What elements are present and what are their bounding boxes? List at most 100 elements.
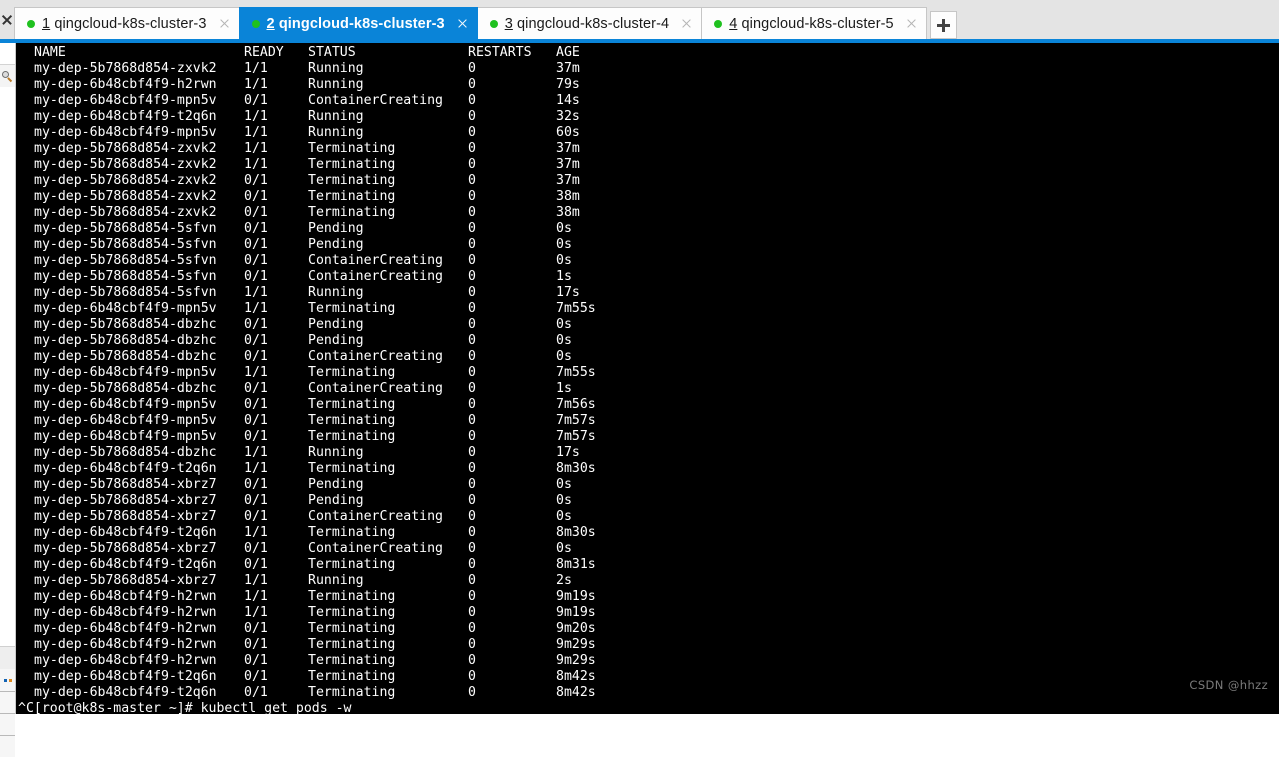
pod-status: ContainerCreating — [308, 541, 443, 556]
pod-ready: 1/1 — [244, 365, 268, 380]
tab-label: 1 qingcloud-k8s-cluster-3 — [42, 16, 207, 32]
pod-restarts: 0 — [468, 637, 476, 652]
sidebar-top-button[interactable] — [0, 43, 15, 65]
pod-status: Terminating — [308, 557, 396, 572]
tab-status-dot-icon — [27, 19, 35, 28]
pod-restarts: 0 — [468, 669, 476, 684]
shell-prompt-line[interactable]: ^C[root@k8s-master ~]# kubectl get pods … — [18, 701, 596, 714]
pod-restarts: 0 — [468, 541, 476, 556]
pod-name: my-dep-6b48cbf4f9-t2q6n — [34, 557, 217, 572]
pod-ready: 1/1 — [244, 61, 268, 76]
table-row: my-dep-5b7868d854-5sfvn 1/1 Running 0 17s — [18, 285, 596, 301]
pod-name: my-dep-6b48cbf4f9-t2q6n — [34, 525, 217, 540]
table-row: my-dep-5b7868d854-xbrz7 0/1 Pending 0 0s — [18, 493, 596, 509]
pod-name: my-dep-5b7868d854-xbrz7 — [34, 541, 217, 556]
pod-age: 0s — [556, 253, 572, 268]
pod-status: Terminating — [308, 525, 396, 540]
pod-age: 7m57s — [556, 429, 596, 444]
table-row: my-dep-6b48cbf4f9-mpn5v 0/1 Terminating 0 7m… — [18, 397, 596, 413]
tab-index: 2 — [266, 15, 275, 32]
pod-ready: 0/1 — [244, 621, 268, 636]
left-sidebar — [0, 43, 16, 757]
terminal-output[interactable]: NAME READY STATUS RESTARTS AGE my-dep-5b7868d… — [16, 43, 1279, 714]
pod-age: 0s — [556, 477, 572, 492]
table-row: my-dep-5b7868d854-xbrz7 0/1 ContainerCreat… — [18, 509, 596, 525]
pod-restarts: 0 — [468, 685, 476, 700]
table-row: my-dep-6b48cbf4f9-mpn5v 0/1 ContainerCreat… — [18, 93, 596, 109]
pod-ready: 0/1 — [244, 669, 268, 684]
pod-status: Running — [308, 445, 364, 460]
pod-ready: 1/1 — [244, 461, 268, 476]
tab-title: qingcloud-k8s-cluster-4 — [517, 15, 670, 32]
pod-restarts: 0 — [468, 525, 476, 540]
pod-age: 0s — [556, 317, 572, 332]
pod-status: Running — [308, 125, 364, 140]
close-icon[interactable] — [904, 16, 920, 32]
sidebar-button-3[interactable] — [0, 713, 15, 735]
close-icon[interactable] — [679, 16, 695, 32]
table-row: my-dep-6b48cbf4f9-mpn5v 1/1 Terminating 0 7m… — [18, 301, 596, 317]
sidebar-button-2[interactable] — [0, 691, 15, 713]
pod-status: ContainerCreating — [308, 253, 443, 268]
tab-4[interactable]: 4 qingcloud-k8s-cluster-5 — [701, 7, 927, 39]
new-tab-button[interactable] — [929, 11, 957, 39]
pod-status: Pending — [308, 237, 364, 252]
sidebar-button-4[interactable] — [0, 735, 15, 757]
tab-1[interactable]: 1 qingcloud-k8s-cluster-3 — [14, 7, 240, 39]
pod-restarts: 0 — [468, 77, 476, 92]
pod-age: 8m30s — [556, 525, 596, 540]
table-row: my-dep-6b48cbf4f9-h2rwn 0/1 Terminating 0 9m… — [18, 637, 596, 653]
pod-status: Terminating — [308, 605, 396, 620]
close-icon[interactable] — [1, 13, 14, 26]
pod-ready: 1/1 — [244, 157, 268, 172]
pod-age: 17s — [556, 285, 580, 300]
pod-restarts: 0 — [468, 509, 476, 524]
sidebar-search-button[interactable] — [0, 65, 15, 87]
pod-ready: 0/1 — [244, 493, 268, 508]
pod-restarts: 0 — [468, 589, 476, 604]
pod-age: 2s — [556, 573, 572, 588]
close-icon[interactable] — [455, 16, 471, 32]
pod-status: Terminating — [308, 461, 396, 476]
table-row: my-dep-6b48cbf4f9-h2rwn 1/1 Running 0 79s — [18, 77, 596, 93]
pod-name: my-dep-6b48cbf4f9-h2rwn — [34, 589, 217, 604]
sidebar-colors-button[interactable] — [0, 669, 15, 691]
table-row: my-dep-5b7868d854-dbzhc 1/1 Running 0 17s — [18, 445, 596, 461]
tab-strip: 1 qingcloud-k8s-cluster-3 2 qingcloud-k8s… — [14, 6, 957, 39]
close-icon[interactable] — [217, 16, 233, 32]
pod-name: my-dep-6b48cbf4f9-t2q6n — [34, 109, 217, 124]
pod-status: Pending — [308, 477, 364, 492]
tab-label: 4 qingcloud-k8s-cluster-5 — [729, 16, 894, 32]
pod-age: 17s — [556, 445, 580, 460]
pod-age: 9m20s — [556, 621, 596, 636]
column-header-age: AGE — [556, 45, 580, 60]
tab-3[interactable]: 3 qingcloud-k8s-cluster-4 — [476, 7, 703, 39]
pod-restarts: 0 — [468, 253, 476, 268]
table-row: my-dep-6b48cbf4f9-t2q6n 1/1 Running 0 32s — [18, 109, 596, 125]
pod-name: my-dep-6b48cbf4f9-mpn5v — [34, 301, 217, 316]
pod-restarts: 0 — [468, 205, 476, 220]
pod-name: my-dep-6b48cbf4f9-mpn5v — [34, 93, 217, 108]
pod-ready: 0/1 — [244, 173, 268, 188]
pod-name: my-dep-6b48cbf4f9-mpn5v — [34, 397, 217, 412]
pod-restarts: 0 — [468, 301, 476, 316]
pod-status: Running — [308, 573, 364, 588]
pod-ready: 0/1 — [244, 93, 268, 108]
pod-restarts: 0 — [468, 349, 476, 364]
pod-status: ContainerCreating — [308, 349, 443, 364]
pod-age: 0s — [556, 221, 572, 236]
pod-restarts: 0 — [468, 285, 476, 300]
pod-status: Terminating — [308, 173, 396, 188]
pod-age: 7m57s — [556, 413, 596, 428]
table-row: my-dep-6b48cbf4f9-h2rwn 1/1 Terminating 0 9m… — [18, 589, 596, 605]
pod-ready: 1/1 — [244, 589, 268, 604]
pod-ready: 0/1 — [244, 413, 268, 428]
pod-ready: 0/1 — [244, 317, 268, 332]
pod-ready: 1/1 — [244, 77, 268, 92]
pod-ready: 0/1 — [244, 685, 268, 700]
pod-name: my-dep-5b7868d854-xbrz7 — [34, 573, 217, 588]
pod-restarts: 0 — [468, 237, 476, 252]
tab-2[interactable]: 2 qingcloud-k8s-cluster-3 — [238, 7, 478, 39]
pod-ready: 0/1 — [244, 477, 268, 492]
pod-name: my-dep-6b48cbf4f9-t2q6n — [34, 685, 217, 700]
